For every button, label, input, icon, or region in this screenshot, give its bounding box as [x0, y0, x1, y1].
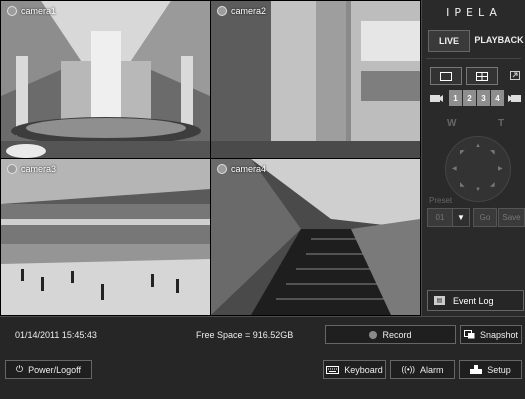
fullscreen-icon[interactable] [508, 67, 522, 83]
keyboard-label: Keyboard [344, 364, 383, 375]
camera-status-icon [217, 6, 227, 16]
playback-button[interactable]: PLAYBACK [474, 30, 524, 50]
keyboard-button[interactable]: Keyboard [323, 360, 386, 379]
record-icon [369, 330, 378, 339]
keyboard-icon [326, 365, 340, 374]
camera-status-icon [217, 164, 227, 174]
camera4-feed [211, 159, 420, 315]
setup-button[interactable]: Setup [459, 360, 522, 379]
bottom-bar: 01/14/2011 15:45:43 Free Space = 916.52G… [0, 316, 525, 399]
alarm-button[interactable]: ((•)) Alarm [390, 360, 455, 379]
event-log-label: Event Log [453, 295, 494, 306]
setup-icon [470, 365, 483, 374]
camera-view-2[interactable]: camera2 [211, 1, 420, 158]
snapshot-icon [463, 330, 475, 339]
camera4-name: camera4 [231, 164, 267, 174]
power-icon: ⏻ [16, 364, 24, 374]
zoom-tele-button[interactable]: T [498, 118, 504, 129]
event-log-icon: ▤ [434, 296, 445, 305]
channel-button-1[interactable]: 1 [449, 90, 462, 106]
event-log-button[interactable]: ▤ Event Log [427, 290, 524, 311]
channel-button-2[interactable]: 2 [463, 90, 476, 106]
divider [426, 58, 521, 59]
setup-label: Setup [487, 364, 511, 375]
camera2-name: camera2 [231, 6, 267, 16]
zoom-wide-button[interactable]: W [447, 118, 456, 129]
camera3-label: camera3 [7, 164, 56, 174]
preset-go-button[interactable]: Go [473, 208, 497, 227]
ptz-control[interactable]: ▲ ▼ ◀ ▶ ◤ ◥ ◣ ◢ [445, 136, 511, 202]
camera3-name: camera3 [21, 164, 57, 174]
alarm-label: Alarm [419, 364, 444, 375]
snapshot-button[interactable]: Snapshot [460, 325, 522, 344]
camera4-label: camera4 [217, 164, 266, 174]
camera-status-icon [7, 6, 17, 16]
power-logoff-button[interactable]: ⏻ Power/Logoff [5, 360, 92, 379]
pan-up-left-icon[interactable]: ◤ [460, 149, 465, 156]
pan-up-icon[interactable]: ▲ [475, 143, 481, 149]
camera2-feed [211, 1, 420, 158]
live-button[interactable]: LIVE [428, 30, 470, 52]
quad-view-icon[interactable] [466, 67, 498, 85]
camera-switch-next-icon[interactable] [508, 92, 522, 104]
camera-view-3[interactable]: camera3 [1, 159, 210, 315]
brand-logo: IPELA [446, 6, 502, 19]
channel-button-4[interactable]: 4 [491, 90, 504, 106]
preset-label: Preset [429, 196, 453, 205]
pan-down-left-icon[interactable]: ◣ [460, 181, 465, 188]
camera1-name: camera1 [21, 6, 57, 16]
camera-status-icon [7, 164, 17, 174]
camera1-feed [1, 1, 210, 158]
alarm-icon: ((•)) [401, 365, 415, 374]
datetime-display: 01/14/2011 15:45:43 [15, 330, 97, 340]
control-panel: IPELA LIVE PLAYBACK 1 2 3 4 W T ▲ ▼ ◀ ▶ … [421, 0, 525, 316]
channel-button-3[interactable]: 3 [477, 90, 490, 106]
camera1-label: camera1 [7, 6, 56, 16]
preset-save-button[interactable]: Save [498, 208, 525, 227]
pan-right-icon[interactable]: ▶ [498, 165, 503, 172]
camera3-feed [1, 159, 210, 315]
camera2-label: camera2 [217, 6, 266, 16]
chevron-down-icon[interactable]: ▼ [452, 208, 470, 227]
free-space-display: Free Space = 916.52GB [196, 330, 294, 340]
camera-view-4[interactable]: camera4 [211, 159, 420, 315]
pan-down-right-icon[interactable]: ◢ [490, 181, 495, 188]
camera-switch-prev-icon[interactable] [429, 92, 443, 104]
preset-select[interactable]: 01 [427, 208, 453, 227]
snapshot-label: Snapshot [479, 329, 519, 340]
record-label: Record [382, 329, 412, 340]
power-logoff-label: Power/Logoff [28, 364, 81, 375]
single-view-icon[interactable] [430, 67, 462, 85]
camera-grid: camera1 camera2 camera3 camera4 [0, 0, 421, 316]
pan-down-icon[interactable]: ▼ [475, 187, 481, 193]
pan-up-right-icon[interactable]: ◥ [490, 149, 495, 156]
record-button[interactable]: Record [325, 325, 456, 344]
pan-left-icon[interactable]: ◀ [452, 165, 457, 172]
camera-view-1[interactable]: camera1 [1, 1, 210, 158]
